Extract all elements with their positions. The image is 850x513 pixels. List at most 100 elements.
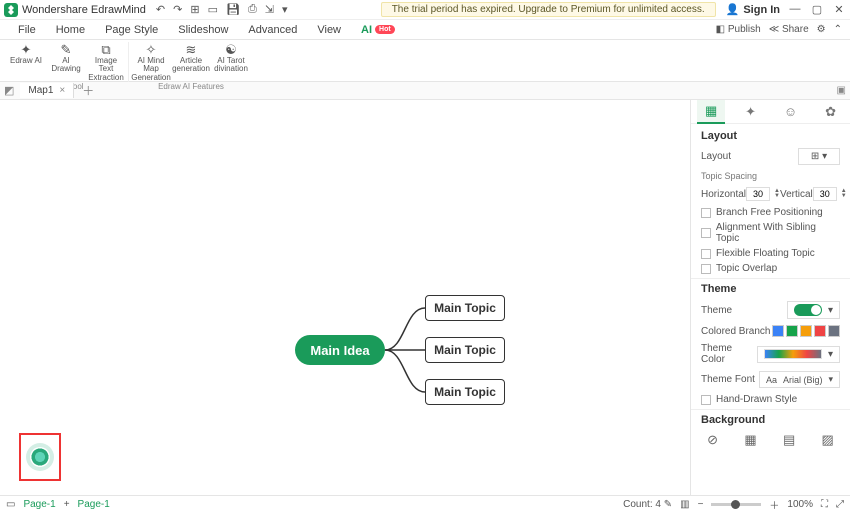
bg-option-image[interactable]: ▤ [783,432,795,448]
menu-view[interactable]: View [307,21,351,39]
fullscreen-icon[interactable]: ⤢ [836,499,844,510]
background-title: Background [701,414,840,426]
hot-badge: Hot [375,25,395,34]
canvas[interactable]: Main Idea Main Topic Main Topic Main Top… [0,100,690,495]
assistant-widget[interactable] [19,433,61,481]
font-selector[interactable]: Aa Arial (Big) ▾ [759,371,840,388]
panel-tab-more[interactable]: ✿ [817,101,844,123]
page-2[interactable]: Page-1 [78,499,110,510]
node-topic-2[interactable]: Main Topic [425,337,505,363]
node-topic-3[interactable]: Main Topic [425,379,505,405]
format-panel: ▦ ✦ ☺ ✿ Layout Layout ⊞ ▾ Topic Spacing … [690,100,850,495]
ribbon-group-ai-features: ✧AI Mind Map Generation ≋Article generat… [129,42,253,82]
tab-layout-icon[interactable]: ▣ [837,85,846,96]
node-main-idea[interactable]: Main Idea [295,335,385,365]
outline-icon[interactable]: ▭ [6,499,15,510]
theme-label: Theme [701,305,732,316]
ribbon-tarot[interactable]: ☯AI Tarot divination [213,42,249,82]
doc-tab-icon: ◩ [4,84,14,97]
vertical-spinner[interactable]: ▲▼ [813,187,847,201]
theme-selector[interactable]: ▾ [787,301,840,319]
horizontal-input[interactable] [746,187,770,201]
panel-tab-layout[interactable]: ▦ [697,100,725,124]
vertical-label: Vertical [780,189,813,200]
menu-file[interactable]: File [8,21,46,39]
branch-swatches[interactable] [772,325,840,337]
ribbon-article-gen[interactable]: ≋Article generation [173,42,209,82]
minimize-icon[interactable]: — [788,3,802,16]
check-hand-drawn[interactable]: Hand-Drawn Style [701,394,840,405]
settings-icon[interactable]: ⚙ [817,24,826,35]
zoom-minus[interactable]: − [698,499,704,510]
panel-tab-tag[interactable]: ☺ [776,101,805,122]
doc-tab-map1[interactable]: Map1 × [20,83,74,98]
export-icon[interactable]: ⇲ [265,3,274,16]
close-tab-icon[interactable]: × [59,85,65,96]
zoom-slider[interactable] [711,503,761,506]
check-topic-overlap[interactable]: Topic Overlap [701,263,840,274]
collapse-ribbon-icon[interactable]: ⌃ [834,24,842,35]
zoom-plus[interactable]: ＋ [769,497,779,512]
doc-tab-label: Map1 [28,85,53,96]
menu-ai[interactable]: AI Hot [351,21,405,39]
menu-ai-label: AI [361,24,372,36]
bg-option-none[interactable]: ⊘ [707,432,718,448]
user-icon: 👤 [726,3,740,16]
redo-icon[interactable]: ↷ [173,3,182,16]
maximize-icon[interactable]: ▢ [810,3,824,16]
zoom-value: 100% [787,499,813,510]
vertical-input[interactable] [813,187,837,201]
new-icon[interactable]: ⊞ [190,3,199,16]
undo-icon[interactable]: ↶ [156,3,165,16]
check-alignment-sibling[interactable]: Alignment With Sibling Topic [701,222,840,244]
signin-button[interactable]: 👤 Sign In [726,3,780,16]
colored-branch-label: Colored Branch [701,326,770,337]
more-icon[interactable]: ▾ [282,3,288,16]
article-icon: ≋ [186,42,197,56]
app-title: Wondershare EdrawMind [22,4,146,16]
publish-button[interactable]: ◧ Publish [716,24,761,35]
pencil-icon: ✎ [61,42,72,56]
print-icon[interactable]: ⎙ [248,3,257,16]
layout-title: Layout [701,130,840,142]
close-icon[interactable]: ✕ [832,3,846,16]
assistant-icon [30,447,50,467]
ribbon-edraw-ai[interactable]: ✦Edraw AI [8,42,44,82]
menu-slideshow[interactable]: Slideshow [168,21,238,39]
share-button[interactable]: ≪ Share [769,24,809,35]
theme-title: Theme [701,283,840,295]
layout-selector[interactable]: ⊞ ▾ [798,148,840,165]
fit-icon[interactable]: ⛶ [821,499,828,510]
font-value: Arial (Big) [783,375,823,385]
theme-font-label: Theme Font [701,374,755,385]
prev-page-icon[interactable]: + [64,499,70,510]
page-indicator[interactable]: Page-1 [23,499,55,510]
menu-home[interactable]: Home [46,21,95,39]
menu-advanced[interactable]: Advanced [238,21,307,39]
check-branch-free[interactable]: Branch Free Positioning [701,207,840,218]
bg-option-pattern[interactable]: ▨ [822,432,834,448]
horizontal-spinner[interactable]: ▲▼ [746,187,780,201]
ribbon-ai-mindmap[interactable]: ✧AI Mind Map Generation [133,42,169,82]
sparkle-icon: ✦ [21,42,32,56]
ribbon-image-text-extraction[interactable]: ⧉Image Text Extraction [88,42,124,82]
mindmap-icon: ✧ [146,42,157,56]
count-label: Count: 4 ✎ [623,499,672,510]
node-topic-1[interactable]: Main Topic [425,295,505,321]
check-flexible-floating[interactable]: Flexible Floating Topic [701,248,840,259]
trial-banner[interactable]: The trial period has expired. Upgrade to… [381,2,716,17]
open-icon[interactable]: ▭ [208,3,218,16]
save-icon[interactable]: 💾︎ [226,3,240,16]
theme-color-label: Theme Color [701,343,757,365]
app-logo [4,3,18,17]
view-icon[interactable]: ▥ [680,499,689,510]
layout-label: Layout [701,151,731,162]
add-tab-button[interactable]: ＋ [74,80,102,101]
theme-color-picker[interactable]: ▾ [757,346,840,363]
tarot-icon: ☯ [225,42,237,56]
panel-tab-style[interactable]: ✦ [737,101,764,123]
publish-label: Publish [728,24,761,35]
bg-option-color[interactable]: ▦ [744,432,756,448]
ribbon-ai-drawing[interactable]: ✎AI Drawing [48,42,84,82]
menu-page-style[interactable]: Page Style [95,21,168,39]
